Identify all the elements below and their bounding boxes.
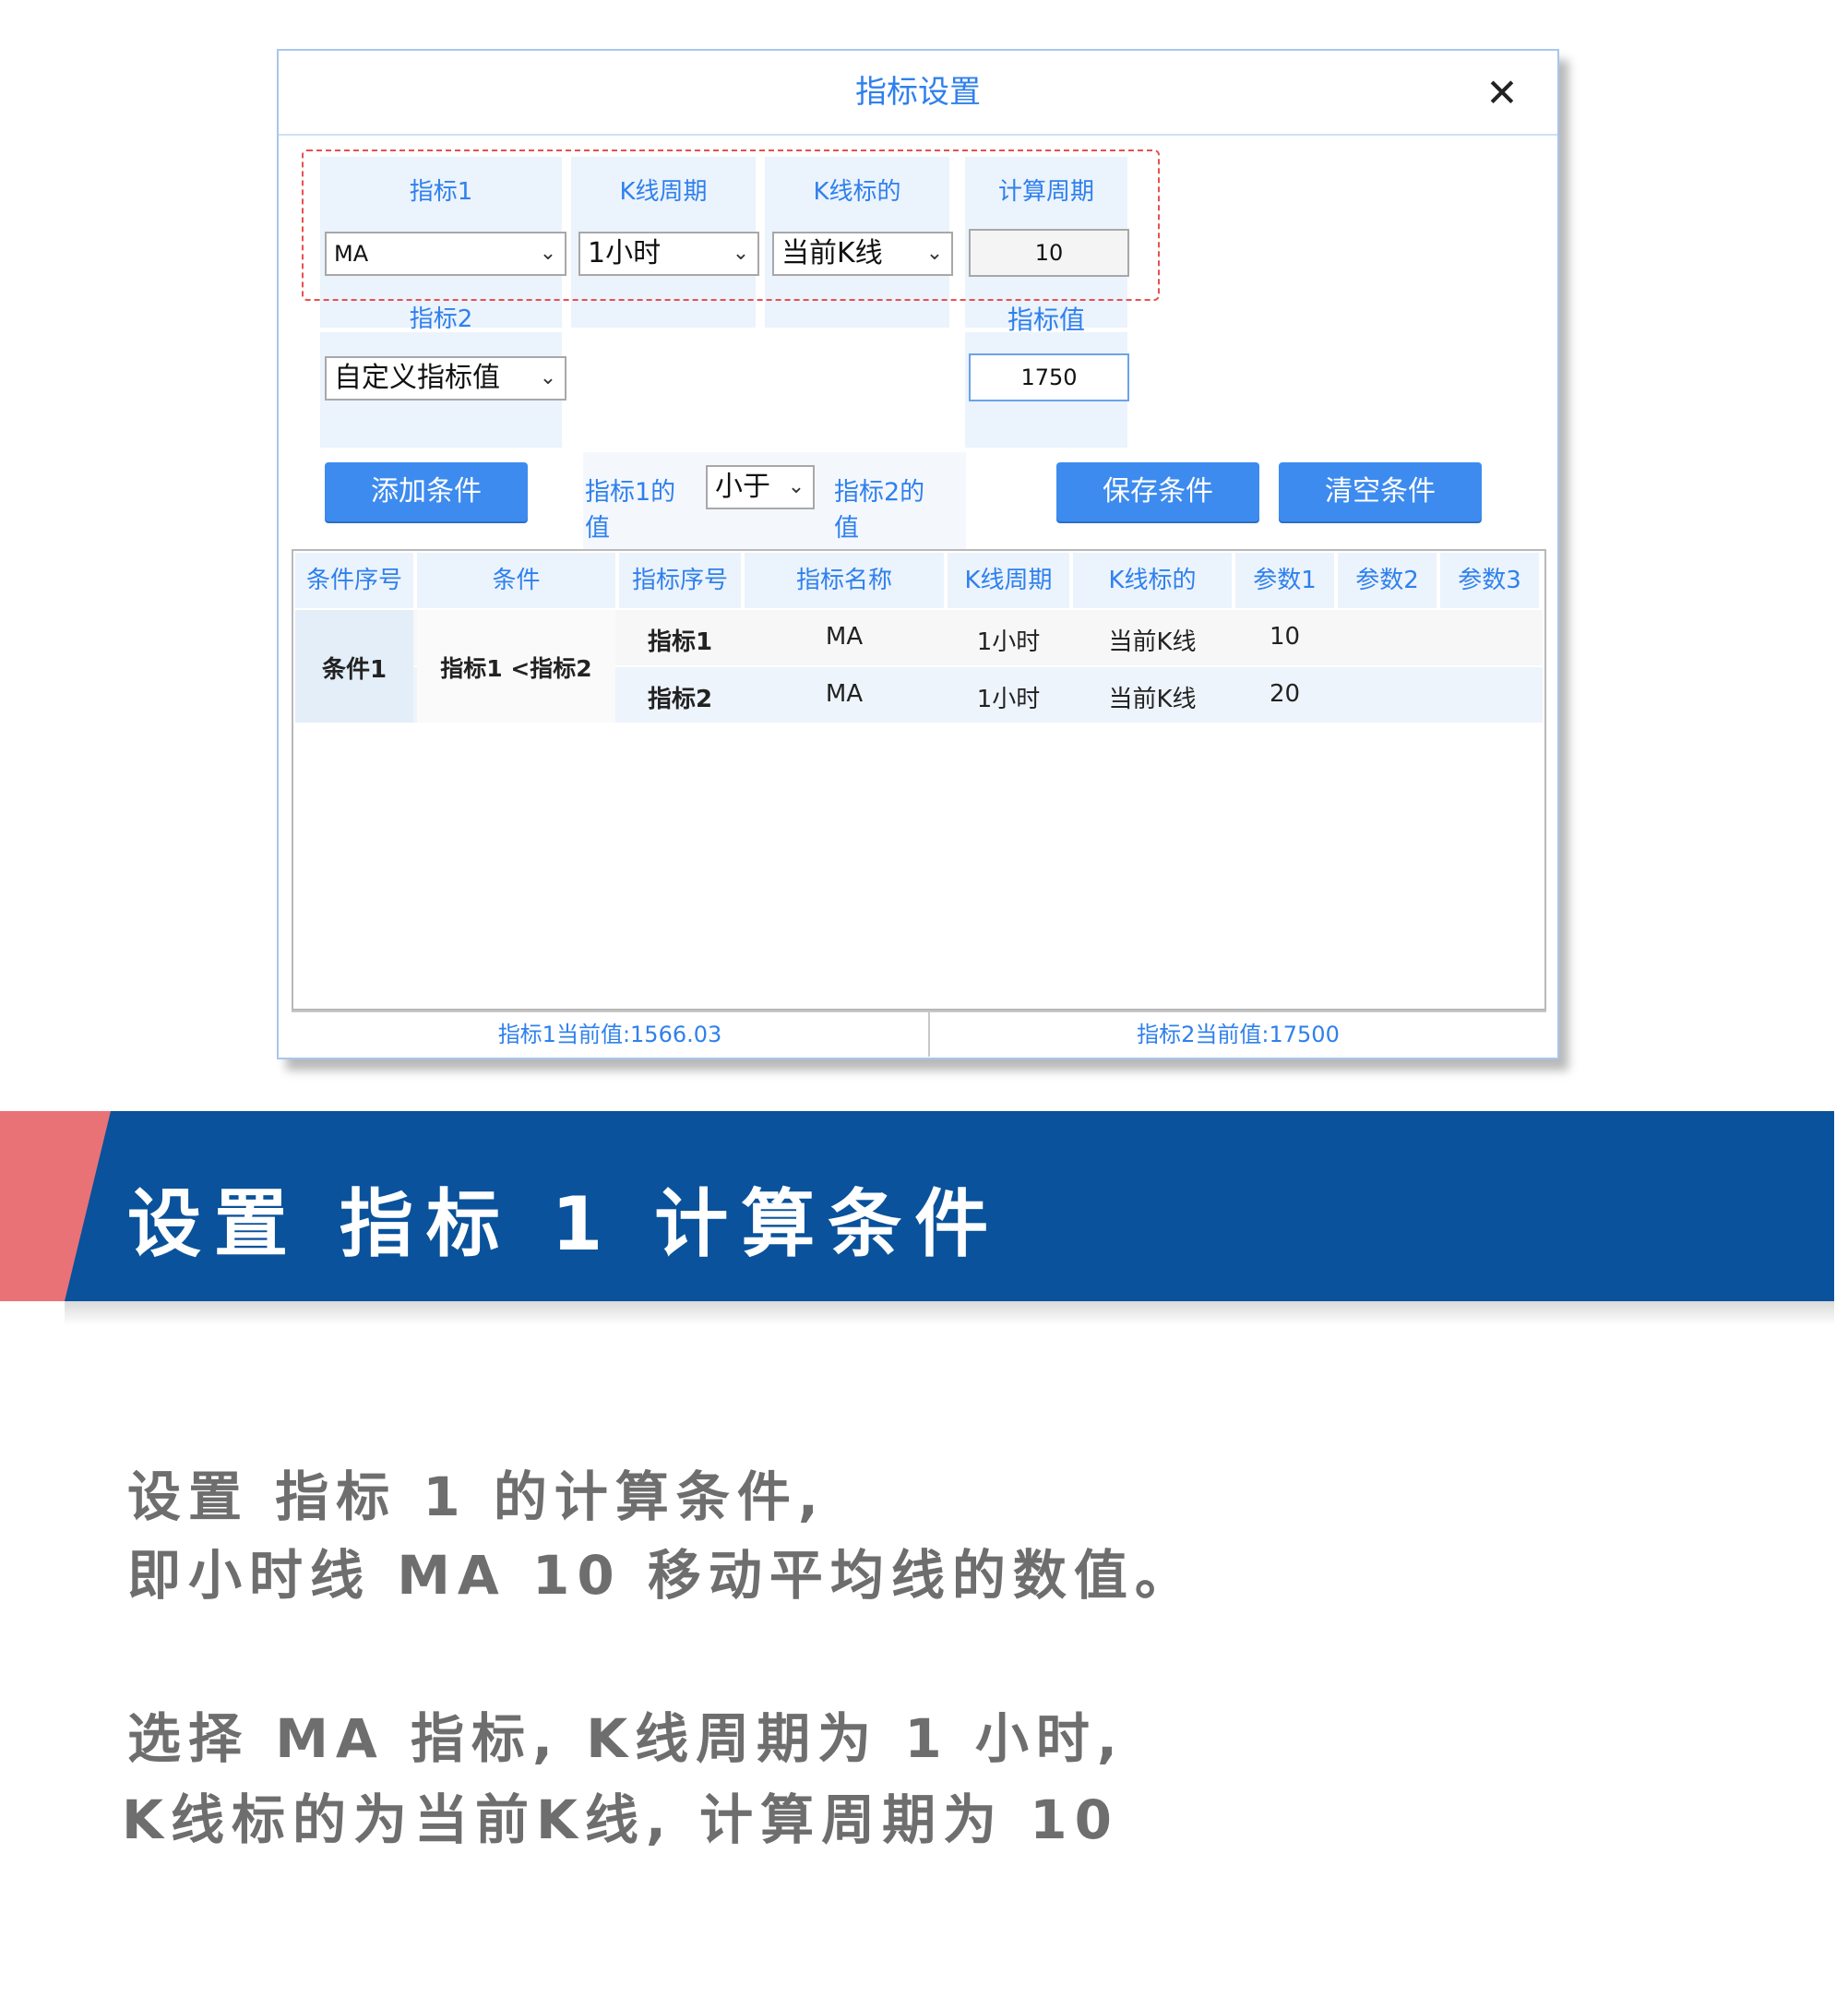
col-header[interactable]: 参数1 — [1235, 553, 1334, 608]
description-line-4: K线标的为当前K线, 计算周期为 10 — [122, 1788, 1120, 1851]
compare-operator-value: 小于 — [715, 471, 770, 503]
row2-kline-target: 当前K线 — [1108, 686, 1197, 713]
col-header[interactable]: 参数3 — [1440, 553, 1539, 608]
indicator2-value-label: 指标2的值 — [834, 478, 925, 543]
indicator1-current-value: 指标1当前值:1566.03 — [497, 1022, 722, 1047]
description-line-3: 选择 MA 指标, K线周期为 1 小时, — [127, 1707, 1125, 1770]
indicator2-label: 指标2 — [409, 305, 473, 333]
indicator1-value-label: 指标1的值 — [585, 478, 676, 543]
dialog-title: 指标设置 — [855, 74, 981, 111]
indicator2-current-value: 指标2当前值:17500 — [1137, 1022, 1340, 1047]
save-condition-button[interactable]: 保存条件 — [1056, 462, 1259, 521]
row1-indicator-name: MA — [825, 623, 864, 651]
add-condition-button[interactable]: 添加条件 — [325, 462, 528, 521]
col-header[interactable]: K线周期 — [948, 553, 1069, 608]
row1-param1: 10 — [1269, 623, 1301, 651]
row2-indicator-no: 指标2 — [647, 686, 713, 713]
col-header[interactable]: 指标序号 — [619, 553, 741, 608]
title-divider — [279, 134, 1557, 136]
row1-kline-target: 当前K线 — [1108, 628, 1197, 656]
indicator1-selection-highlight — [302, 149, 1160, 301]
condition-id: 条件1 — [321, 656, 387, 684]
col-header[interactable]: K线标的 — [1073, 553, 1232, 608]
conditions-table: 条件序号 条件 指标序号 指标名称 K线周期 K线标的 参数1 参数2 参数3 … — [292, 549, 1546, 1010]
col-header[interactable]: 指标名称 — [745, 553, 944, 608]
indicator-value-input[interactable]: 1750 — [969, 353, 1129, 401]
banner-shadow — [65, 1301, 1834, 1325]
section-banner: 设置 指标 1 计算条件 — [0, 1111, 1834, 1325]
row2-indicator-name: MA — [825, 680, 864, 708]
row1-indicator-no: 指标1 — [647, 628, 713, 656]
compare-operator-select[interactable]: 小于 ⌄ — [706, 465, 815, 509]
condition-expression: 指标1 <指标2 — [440, 655, 592, 682]
description-line-1: 设置 指标 1 的计算条件, — [127, 1465, 826, 1528]
description-line-2: 即小时线 MA 10 移动平均线的数值。 — [127, 1544, 1196, 1607]
indicator2-select[interactable]: 自定义指标值 ⌄ — [325, 356, 566, 401]
col-header[interactable]: 参数2 — [1338, 553, 1437, 608]
indicator-value-label: 指标值 — [1007, 305, 1085, 335]
chevron-down-icon: ⌄ — [787, 475, 805, 498]
row2-param1: 20 — [1269, 680, 1301, 708]
col-header[interactable]: 条件 — [417, 553, 615, 608]
close-icon[interactable]: ✕ — [1484, 74, 1520, 113]
col-header[interactable]: 条件序号 — [295, 553, 413, 608]
indicator-settings-dialog: 指标设置 ✕ 指标1 K线周期 K线标的 计算周期 MA ⌄ 1小时 ⌄ 当前K… — [277, 49, 1559, 1059]
chevron-down-icon: ⌄ — [539, 366, 557, 389]
indicator2-select-value: 自定义指标值 — [334, 362, 500, 394]
row2-kline-period: 1小时 — [976, 686, 1041, 713]
status-bar: 指标1当前值:1566.03 指标2当前值:17500 — [292, 1010, 1546, 1057]
banner-title: 设置 指标 1 计算条件 — [127, 1181, 1002, 1267]
clear-condition-button[interactable]: 清空条件 — [1279, 462, 1482, 521]
row1-kline-period: 1小时 — [976, 628, 1041, 656]
